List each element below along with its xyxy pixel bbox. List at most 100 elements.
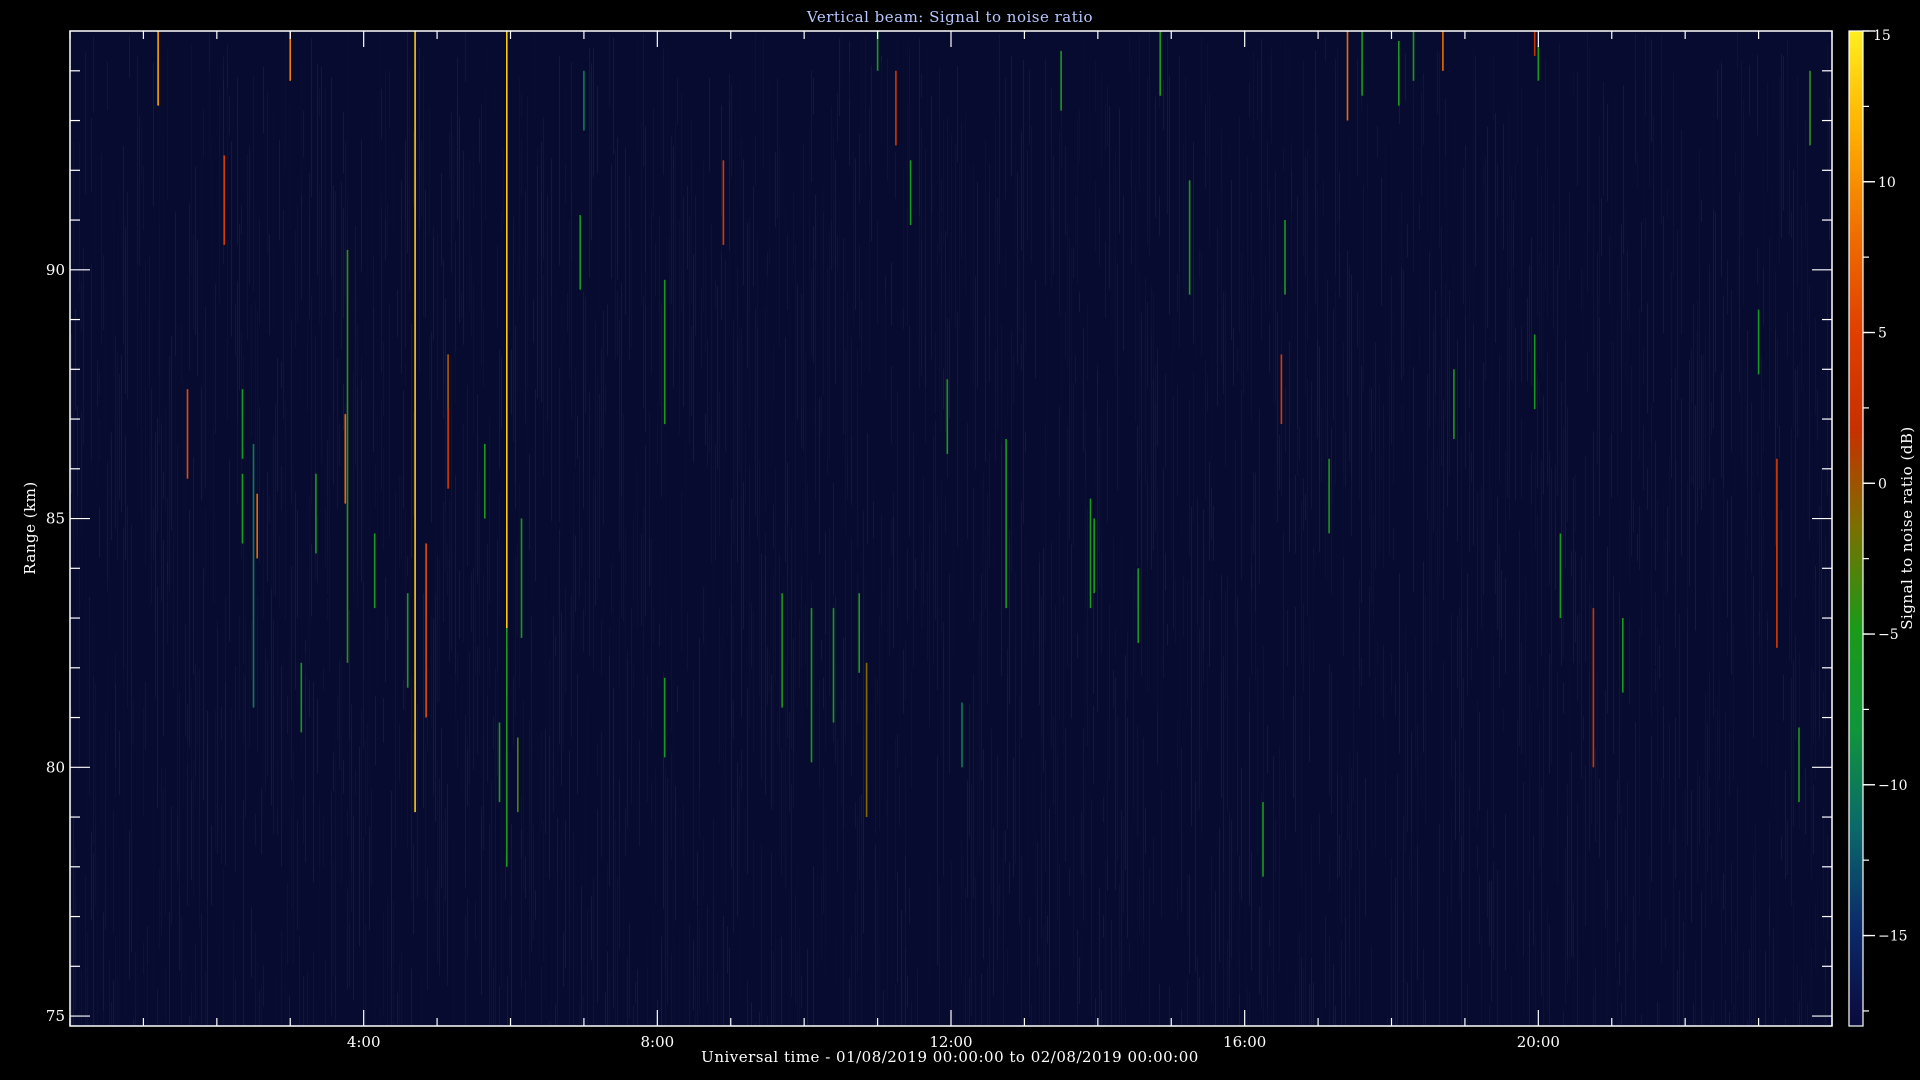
noise-streak: [637, 37, 638, 155]
noise-streak: [427, 668, 428, 752]
noise-streak: [1307, 194, 1308, 232]
noise-streak: [893, 517, 894, 649]
noise-streak: [1377, 125, 1378, 158]
echo-streak: [256, 493, 258, 559]
noise-streak: [1459, 607, 1460, 794]
noise-streak: [399, 962, 400, 1026]
noise-streak: [1787, 311, 1788, 359]
noise-streak: [939, 67, 940, 252]
noise-streak: [81, 970, 82, 1026]
noise-streak: [1805, 768, 1806, 835]
noise-streak: [1321, 407, 1322, 483]
noise-streak: [1007, 648, 1008, 830]
noise-streak: [1211, 488, 1212, 540]
noise-streak: [1243, 434, 1244, 475]
noise-streak: [1267, 725, 1268, 774]
noise-streak: [1115, 151, 1116, 375]
noise-streak: [465, 714, 466, 855]
noise-streak: [1719, 62, 1720, 180]
noise-streak: [1209, 461, 1210, 561]
noise-streak: [1429, 513, 1430, 680]
noise-streak: [1433, 924, 1434, 1026]
noise-streak: [1107, 639, 1108, 858]
noise-streak: [1169, 75, 1170, 315]
noise-streak: [1693, 1003, 1694, 1026]
noise-streak: [1363, 800, 1364, 889]
noise-streak: [255, 933, 256, 1026]
noise-streak: [1205, 104, 1206, 189]
noise-streak: [1469, 432, 1470, 553]
noise-streak: [485, 83, 486, 216]
noise-streak: [971, 784, 972, 1017]
noise-streak: [601, 347, 602, 449]
noise-streak: [1509, 109, 1510, 271]
noise-streak: [859, 796, 860, 881]
noise-streak: [1737, 786, 1738, 983]
noise-streak: [655, 769, 656, 904]
noise-streak: [835, 596, 836, 763]
noise-streak: [341, 653, 342, 885]
noise-streak: [589, 545, 590, 656]
noise-streak: [365, 739, 366, 835]
noise-streak: [345, 142, 346, 297]
noise-streak: [1069, 868, 1070, 897]
noise-streak: [771, 674, 772, 810]
noise-streak: [1041, 851, 1042, 940]
noise-streak: [677, 686, 678, 713]
noise-streak: [709, 77, 710, 172]
noise-streak: [607, 951, 608, 1026]
noise-streak: [663, 758, 664, 909]
noise-streak: [1317, 133, 1318, 184]
noise-streak: [313, 682, 314, 883]
noise-streak: [1099, 888, 1100, 1026]
noise-streak: [381, 165, 382, 209]
cb-tick-label: 0: [1878, 476, 1887, 492]
noise-streak: [661, 936, 662, 1026]
noise-streak: [629, 176, 630, 361]
noise-streak: [359, 471, 360, 551]
noise-streak: [625, 147, 626, 315]
noise-streak: [233, 103, 234, 130]
noise-streak: [1163, 80, 1164, 130]
noise-streak: [671, 750, 672, 859]
noise-streak: [1095, 180, 1096, 252]
noise-streak: [807, 560, 808, 624]
noise-streak: [1735, 930, 1736, 1026]
noise-streak: [839, 38, 840, 117]
noise-streak: [399, 724, 400, 783]
noise-streak: [367, 208, 368, 291]
noise-streak: [1409, 323, 1410, 473]
noise-streak: [601, 619, 602, 677]
noise-streak: [1347, 803, 1348, 841]
noise-streak: [1645, 35, 1646, 118]
noise-streak: [157, 988, 158, 1026]
noise-streak: [789, 298, 790, 534]
noise-streak: [1805, 214, 1806, 252]
noise-streak: [799, 620, 800, 690]
noise-streak: [1801, 975, 1802, 1026]
noise-streak: [251, 620, 252, 681]
noise-streak: [1501, 569, 1502, 640]
noise-streak: [1241, 253, 1242, 383]
noise-streak: [857, 349, 858, 548]
noise-streak: [1467, 572, 1468, 640]
noise-streak: [179, 692, 180, 901]
noise-streak: [1167, 82, 1168, 215]
noise-streak: [751, 1002, 752, 1026]
noise-streak: [109, 959, 110, 1026]
noise-streak: [133, 699, 134, 746]
noise-streak: [307, 319, 308, 411]
noise-streak: [145, 451, 146, 566]
noise-streak: [189, 1016, 190, 1026]
noise-streak: [641, 122, 642, 307]
noise-streak: [567, 293, 568, 334]
noise-streak: [1131, 53, 1132, 161]
noise-streak: [125, 823, 126, 1020]
noise-streak: [583, 608, 584, 652]
echo-streak: [1453, 369, 1455, 439]
noise-streak: [925, 149, 926, 288]
noise-streak: [549, 736, 550, 880]
noise-streak: [977, 710, 978, 877]
noise-streak: [343, 760, 344, 794]
noise-streak: [1563, 568, 1564, 604]
